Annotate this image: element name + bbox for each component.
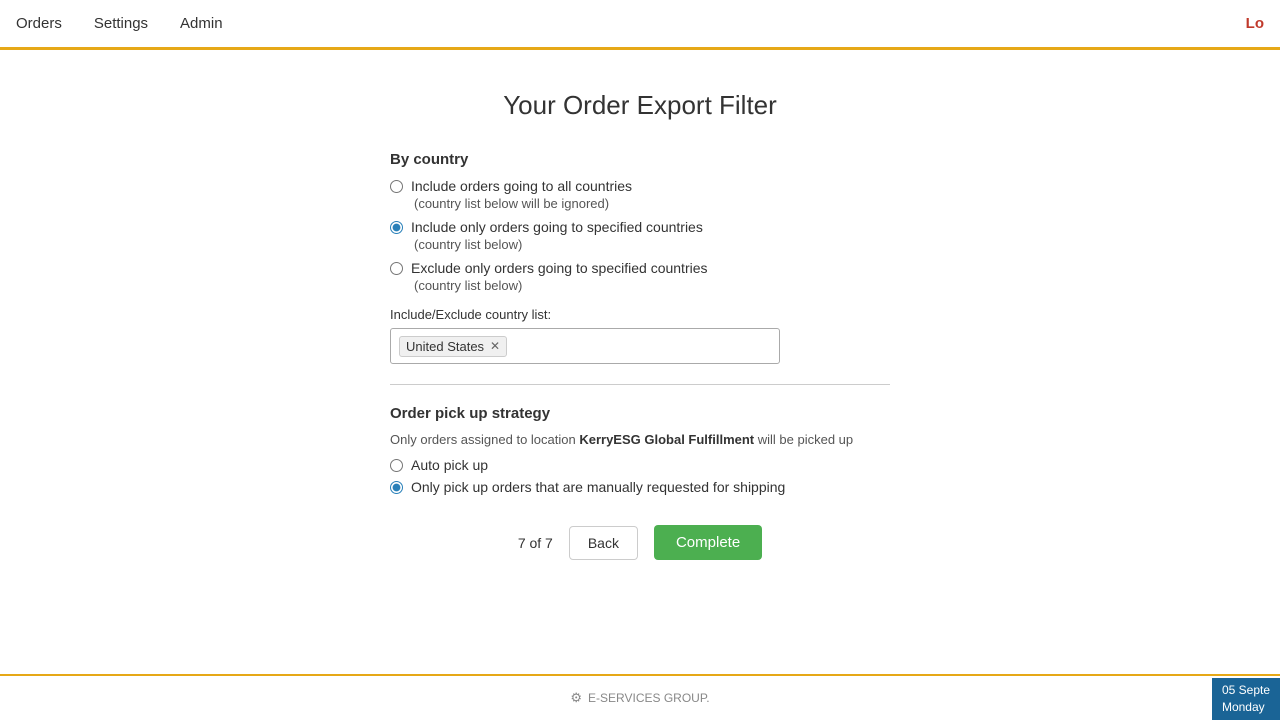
page-indicator: 7 of 7 bbox=[518, 535, 553, 551]
radio-include-countries-label: Include only orders going to specified c… bbox=[411, 219, 703, 235]
back-button[interactable]: Back bbox=[569, 526, 638, 560]
radio-all-countries-label: Include orders going to all countries bbox=[411, 178, 632, 194]
footer-icon: ⚙ bbox=[570, 690, 582, 706]
radio-exclude-countries-label: Exclude only orders going to specified c… bbox=[411, 260, 708, 276]
radio-group-manual-pickup: Only pick up orders that are manually re… bbox=[390, 479, 890, 495]
bottom-navigation: 7 of 7 Back Complete bbox=[390, 525, 890, 560]
nav-admin[interactable]: Admin bbox=[180, 1, 223, 46]
navbar: Orders Settings Admin Lo bbox=[0, 0, 1280, 50]
country-tag-remove[interactable]: ✕ bbox=[490, 339, 500, 353]
nav-orders[interactable]: Orders bbox=[16, 1, 62, 46]
radio-auto-pickup-input[interactable] bbox=[390, 459, 403, 472]
radio-include-countries-input[interactable] bbox=[390, 221, 403, 234]
radio-group-include: Include only orders going to specified c… bbox=[390, 219, 890, 252]
page-title: Your Order Export Filter bbox=[503, 90, 777, 121]
radio-exclude-countries-sub: (country list below) bbox=[414, 278, 890, 293]
footer-label: E-SERVICES GROUP. bbox=[588, 691, 710, 705]
form-section: By country Include orders going to all c… bbox=[390, 151, 890, 560]
footer: ⚙ E-SERVICES GROUP. bbox=[0, 674, 1280, 720]
complete-button[interactable]: Complete bbox=[654, 525, 762, 560]
date-widget: 05 Septe Monday bbox=[1212, 678, 1280, 720]
country-tag-us: United States ✕ bbox=[399, 336, 507, 357]
nav-settings[interactable]: Settings bbox=[94, 1, 148, 46]
radio-exclude-countries-input[interactable] bbox=[390, 262, 403, 275]
radio-auto-pickup[interactable]: Auto pick up bbox=[390, 457, 890, 473]
date-line1: 05 Septe bbox=[1222, 682, 1270, 699]
radio-all-countries[interactable]: Include orders going to all countries bbox=[390, 178, 890, 194]
radio-all-countries-input[interactable] bbox=[390, 180, 403, 193]
section-divider bbox=[390, 384, 890, 385]
radio-group-auto-pickup: Auto pick up bbox=[390, 457, 890, 473]
radio-auto-pickup-label: Auto pick up bbox=[411, 457, 488, 473]
radio-exclude-countries[interactable]: Exclude only orders going to specified c… bbox=[390, 260, 890, 276]
radio-all-countries-sub: (country list below will be ignored) bbox=[414, 196, 890, 211]
country-input-box[interactable]: United States ✕ bbox=[390, 328, 780, 364]
radio-group-exclude: Exclude only orders going to specified c… bbox=[390, 260, 890, 293]
country-list-label: Include/Exclude country list: bbox=[390, 307, 890, 322]
date-line2: Monday bbox=[1222, 699, 1270, 716]
radio-include-countries-sub: (country list below) bbox=[414, 237, 890, 252]
radio-manual-pickup-input[interactable] bbox=[390, 481, 403, 494]
nav-logout[interactable]: Lo bbox=[1230, 0, 1280, 47]
pickup-heading: Order pick up strategy bbox=[390, 405, 890, 422]
by-country-heading: By country bbox=[390, 151, 890, 168]
radio-include-countries[interactable]: Include only orders going to specified c… bbox=[390, 219, 890, 235]
radio-group-all: Include orders going to all countries (c… bbox=[390, 178, 890, 211]
country-tag-label: United States bbox=[406, 339, 484, 354]
radio-manual-pickup-label: Only pick up orders that are manually re… bbox=[411, 479, 785, 495]
pickup-location: KerryESG Global Fulfillment bbox=[579, 432, 754, 447]
pickup-description: Only orders assigned to location KerryES… bbox=[390, 432, 890, 447]
radio-manual-pickup[interactable]: Only pick up orders that are manually re… bbox=[390, 479, 890, 495]
main-content: Your Order Export Filter By country Incl… bbox=[0, 50, 1280, 674]
